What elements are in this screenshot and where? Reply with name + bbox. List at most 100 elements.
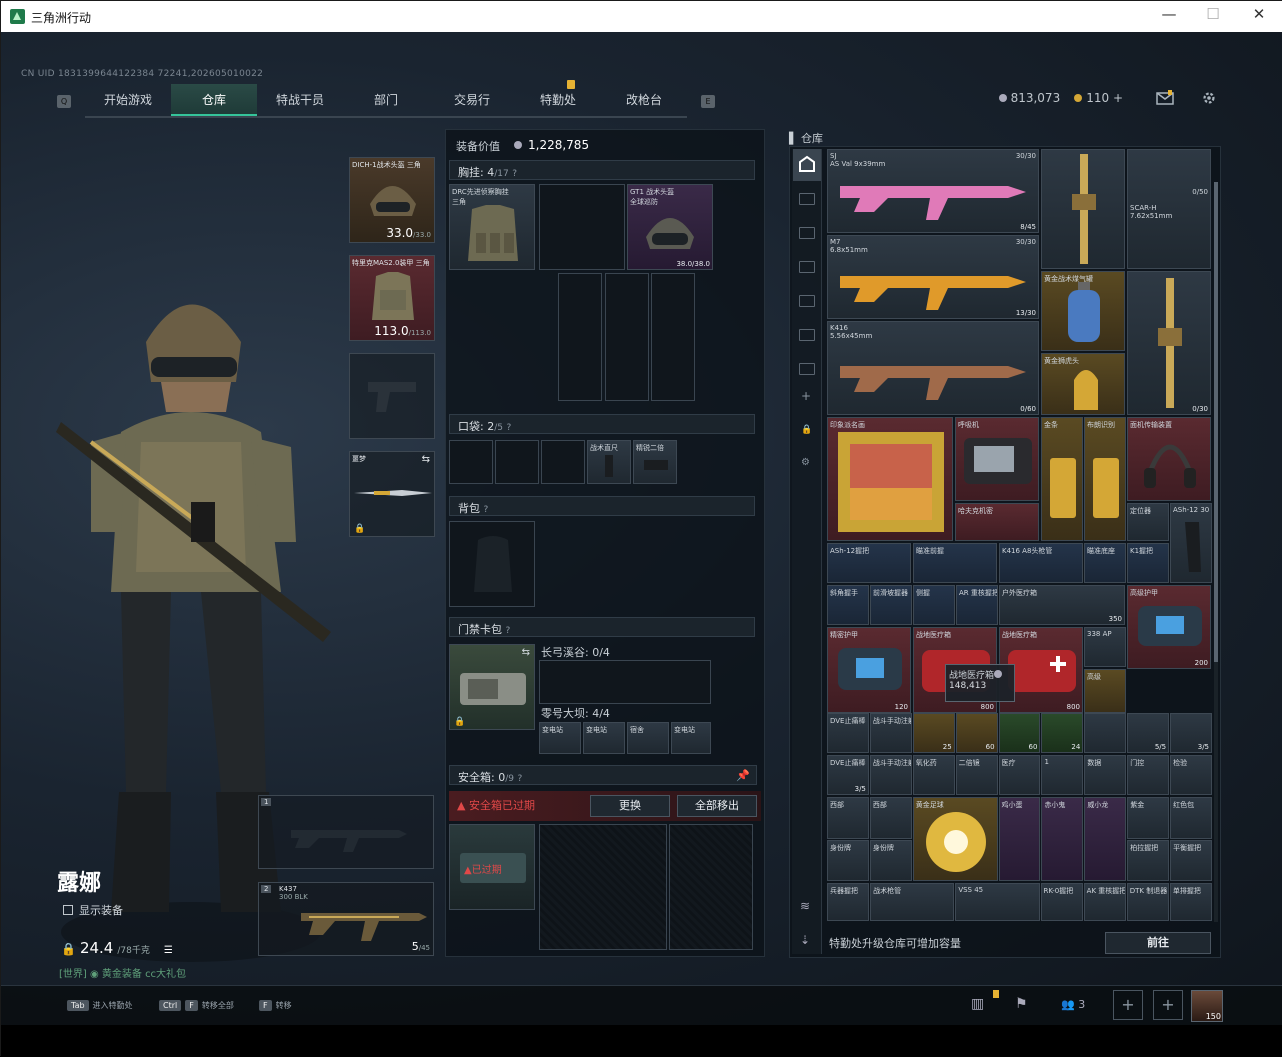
- stash-tab-3[interactable]: [799, 227, 815, 239]
- flag-icon[interactable]: ⚑: [1015, 996, 1028, 1012]
- stash-figurine[interactable]: 鸡小蛋: [998, 797, 1041, 881]
- lock-icon[interactable]: 🔒: [801, 425, 812, 435]
- stash-item[interactable]: 5/5: [1127, 713, 1170, 753]
- close-button[interactable]: ✕: [1239, 5, 1279, 23]
- stash-item[interactable]: RK-0握把: [1040, 883, 1083, 921]
- tab-gunsmith[interactable]: 改枪台: [601, 84, 687, 116]
- tab-warehouse[interactable]: 仓库: [171, 84, 257, 116]
- safe-grid[interactable]: [669, 824, 753, 950]
- pocket-slot[interactable]: [449, 440, 493, 484]
- rig-slot-3[interactable]: [651, 273, 695, 401]
- melee-slot[interactable]: 噩梦 ⇆ 🔒: [349, 451, 435, 537]
- scrollbar-thumb[interactable]: [1214, 182, 1218, 662]
- stash-figurine[interactable]: 威小龙: [1084, 797, 1127, 881]
- pocket-item[interactable]: 战术直尺: [587, 440, 631, 484]
- stash-locator[interactable]: 定位器: [1127, 503, 1169, 541]
- stash-item[interactable]: 身份牌: [827, 839, 869, 881]
- stash-tab-7[interactable]: [799, 363, 815, 375]
- invite-slot-1[interactable]: +: [1113, 990, 1143, 1020]
- stash-item[interactable]: 25: [912, 713, 955, 753]
- keycard-item[interactable]: 变电站: [583, 722, 625, 754]
- primary-weapon-slot-1[interactable]: 1: [258, 795, 434, 869]
- show-gear-toggle[interactable]: 显示装备: [63, 902, 123, 918]
- minimize-button[interactable]: —: [1149, 5, 1189, 23]
- keycard-item[interactable]: 变电站: [539, 722, 581, 754]
- stash-tab-5[interactable]: [799, 295, 815, 307]
- stash-item[interactable]: 柏拉握把: [1127, 839, 1170, 881]
- tab-operators[interactable]: 特战干员: [257, 84, 343, 116]
- swap-safe-button[interactable]: 更换: [590, 795, 670, 817]
- stash-item[interactable]: 身份牌: [869, 839, 912, 881]
- hint-transfer-all[interactable]: Ctrl F 转移全部: [159, 1000, 234, 1011]
- help-icon[interactable]: ?: [484, 505, 489, 515]
- stash-item[interactable]: 红色包: [1170, 797, 1212, 839]
- go-button[interactable]: 前往: [1105, 932, 1211, 954]
- pistol-slot[interactable]: [349, 353, 435, 439]
- stash-item[interactable]: [1084, 713, 1127, 753]
- stash-attachment[interactable]: K1握把: [1127, 543, 1169, 583]
- hint-transfer[interactable]: F 转移: [259, 1000, 292, 1011]
- stash-item[interactable]: 兵器握把: [827, 883, 870, 921]
- stash-scar-h[interactable]: SCAR-H 7.62x51mm 0/50: [1127, 149, 1211, 269]
- nav-next-key[interactable]: E: [701, 94, 715, 108]
- move-all-button[interactable]: 全部移出: [677, 795, 757, 817]
- pocket-slot[interactable]: [495, 440, 539, 484]
- gold-balance[interactable]: 110 +: [1074, 91, 1123, 105]
- tab-trade[interactable]: 交易行: [429, 84, 515, 116]
- stash-item[interactable]: DTK 制退器: [1126, 883, 1169, 921]
- stash-gold-bar[interactable]: 金条: [1041, 417, 1083, 541]
- stash-item[interactable]: 战斗手动注射器: [869, 755, 912, 795]
- stash-attachment[interactable]: ASh-12握把: [827, 543, 911, 583]
- stash-item[interactable]: 二倍镜: [955, 755, 998, 795]
- primary-weapon-slot-2[interactable]: 2 K437 300 BLK 5/45: [258, 882, 434, 956]
- stash-gold-head[interactable]: 黄金狮虎头: [1041, 353, 1125, 415]
- stash-weapon-as-val[interactable]: SJ AS Val 9x39mm 30/30 8/45: [827, 149, 1039, 233]
- checkbox[interactable]: [63, 905, 73, 915]
- swap-icon[interactable]: ⇆: [522, 647, 530, 658]
- stash-item[interactable]: 医疗: [998, 755, 1041, 795]
- help-icon[interactable]: ?: [506, 626, 511, 636]
- stash-item[interactable]: 西部: [869, 797, 912, 839]
- keycard-item[interactable]: 变电站: [671, 722, 711, 754]
- pocket-slot[interactable]: [541, 440, 585, 484]
- stash-item[interactable]: 60: [998, 713, 1041, 753]
- stash-attachment[interactable]: 前滑坡握器: [870, 585, 912, 625]
- stash-item[interactable]: 西部: [827, 797, 869, 839]
- tab-start-game[interactable]: 开始游戏: [85, 84, 171, 116]
- rig-slot-1[interactable]: [558, 273, 602, 401]
- stash-item[interactable]: 60: [955, 713, 998, 753]
- gear-icon[interactable]: [1200, 90, 1218, 106]
- sort-icon[interactable]: ⇣: [800, 933, 810, 947]
- stash-item[interactable]: 战术枪管: [870, 883, 955, 921]
- add-tab-icon[interactable]: +: [801, 389, 811, 403]
- stash-ammo-box[interactable]: 高级: [1084, 669, 1126, 713]
- stash-gold-rifle-1[interactable]: [1041, 149, 1125, 269]
- chest-rig-item[interactable]: DRC先进侦察胸挂 三角: [449, 184, 535, 270]
- keycard-case-item[interactable]: ⇆ 🔒: [449, 644, 535, 730]
- stash-weapon-m7[interactable]: M7 6.8x51mm 30/30 13/30: [827, 235, 1039, 319]
- stash-item[interactable]: AK 重核握把: [1083, 883, 1126, 921]
- rig-slot-2[interactable]: [605, 273, 649, 401]
- stash-item[interactable]: 3/5: [1170, 713, 1212, 753]
- hint-special-ops[interactable]: Tab 进入特勤处: [67, 1000, 133, 1011]
- stash-tab-2[interactable]: [799, 193, 815, 205]
- layers-icon[interactable]: ≋: [800, 899, 810, 913]
- stash-tab-all[interactable]: [793, 149, 821, 181]
- stash-weapon-k416[interactable]: K416 5.56x45mm 0/60: [827, 321, 1039, 415]
- help-icon[interactable]: ?: [512, 169, 517, 179]
- stash-item[interactable]: 单排握把: [1169, 883, 1212, 921]
- stash-attachment[interactable]: 侧握: [913, 585, 955, 625]
- stash-field-medkit-large[interactable]: 户外医疗箱 350: [999, 585, 1125, 625]
- stash-scrollbar[interactable]: [1214, 182, 1218, 922]
- stash-item[interactable]: 门控: [1127, 755, 1170, 795]
- backpack-slot[interactable]: [449, 521, 535, 607]
- stash-havoc-docs[interactable]: 哈夫克机密: [955, 503, 1039, 541]
- stash-tab-4[interactable]: [799, 261, 815, 273]
- stash-headset[interactable]: 面机传输装置: [1127, 417, 1211, 501]
- stash-attachment[interactable]: AR 重核握把: [956, 585, 998, 625]
- list-icon[interactable]: ☰: [164, 945, 173, 956]
- mail-icon[interactable]: [1156, 90, 1174, 106]
- stash-painting[interactable]: 印象派名画: [827, 417, 953, 541]
- keycard-item[interactable]: 宿舍: [627, 722, 669, 754]
- help-icon[interactable]: ?: [506, 423, 511, 433]
